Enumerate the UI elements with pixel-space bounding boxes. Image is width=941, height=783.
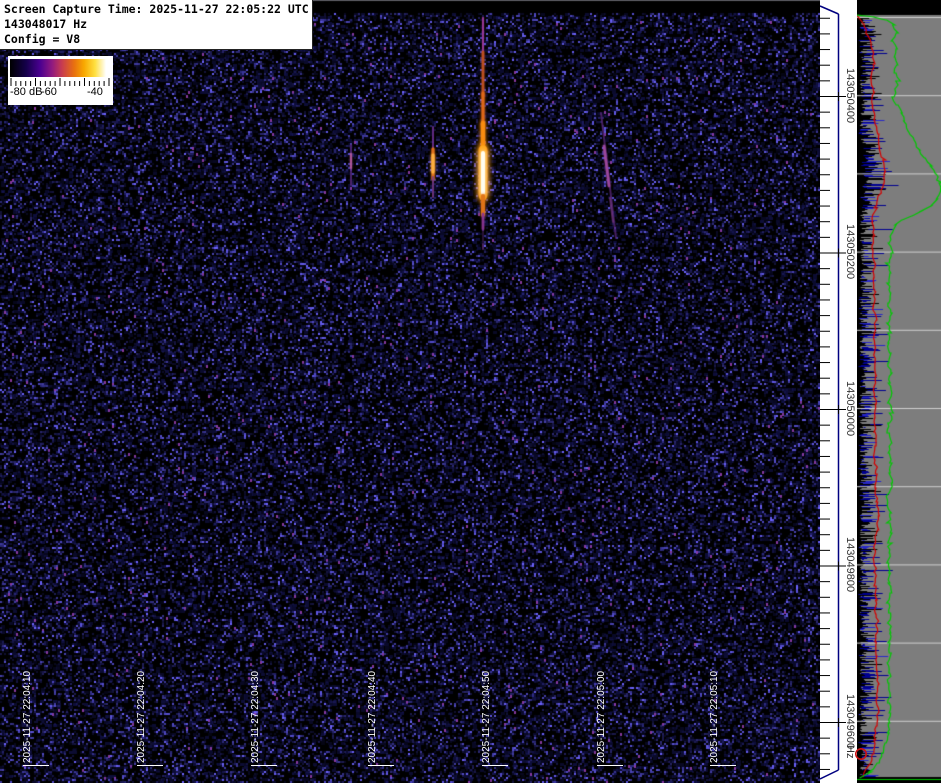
time-axis-label: 2025-11-27 22:04:20 (136, 671, 148, 763)
frequency-tick-label: 143050400 (844, 68, 856, 123)
time-axis-label: 2025-11-27 22:04:40 (367, 671, 379, 763)
amplitude-ruler (10, 77, 110, 86)
waterfall-spectrogram (0, 0, 820, 783)
frequency-tick-label: 143050000 (844, 381, 856, 436)
time-axis-tick (23, 765, 49, 766)
config-text: Config = V8 (4, 32, 308, 47)
frequency-tick-label: 143049600 (844, 694, 856, 749)
frequency-tick-label: 143049800 (844, 537, 856, 592)
time-axis-label: 2025-11-27 22:04:10 (22, 671, 34, 763)
time-axis-tick (251, 765, 277, 766)
spectrum-panel (857, 0, 941, 783)
spectrum-lab-screen-capture: 2025-11-27 22:04:10 2025-11-27 22:04:20 20… (0, 0, 941, 783)
time-axis-label: 2025-11-27 22:05:00 (596, 671, 608, 763)
capture-time-text: Screen Capture Time: 2025-11-27 22:05:22… (4, 2, 308, 17)
capture-info-box: Screen Capture Time: 2025-11-27 22:05:22… (0, 0, 313, 50)
color-scale-legend: -80 dB -60 -40 (8, 56, 113, 105)
time-axis-tick (710, 765, 736, 766)
time-axis-tick (482, 765, 508, 766)
legend-mid-label: -60 (41, 86, 57, 98)
marker-circle (856, 749, 866, 759)
spectrum-canvas (857, 0, 941, 783)
time-axis-label: 2025-11-27 22:04:50 (481, 671, 493, 763)
time-axis-label: 2025-11-27 22:05:10 (709, 671, 721, 763)
legend-max-label: -40 (87, 86, 103, 98)
frequency-marker-ring (853, 746, 869, 762)
legend-min-label: -80 dB (10, 86, 42, 98)
frequency-axis: 143050400 143050200 143050000 143049800 1430… (820, 0, 857, 783)
frequency-tick-label: 143050200 (844, 224, 856, 279)
time-axis-tick (368, 765, 394, 766)
time-axis-tick (597, 765, 623, 766)
time-axis-tick (137, 765, 163, 766)
center-frequency-text: 143048017 Hz (4, 17, 308, 32)
time-axis-label: 2025-11-27 22:04:30 (250, 671, 262, 763)
amplitude-gradient-bar (10, 59, 110, 77)
